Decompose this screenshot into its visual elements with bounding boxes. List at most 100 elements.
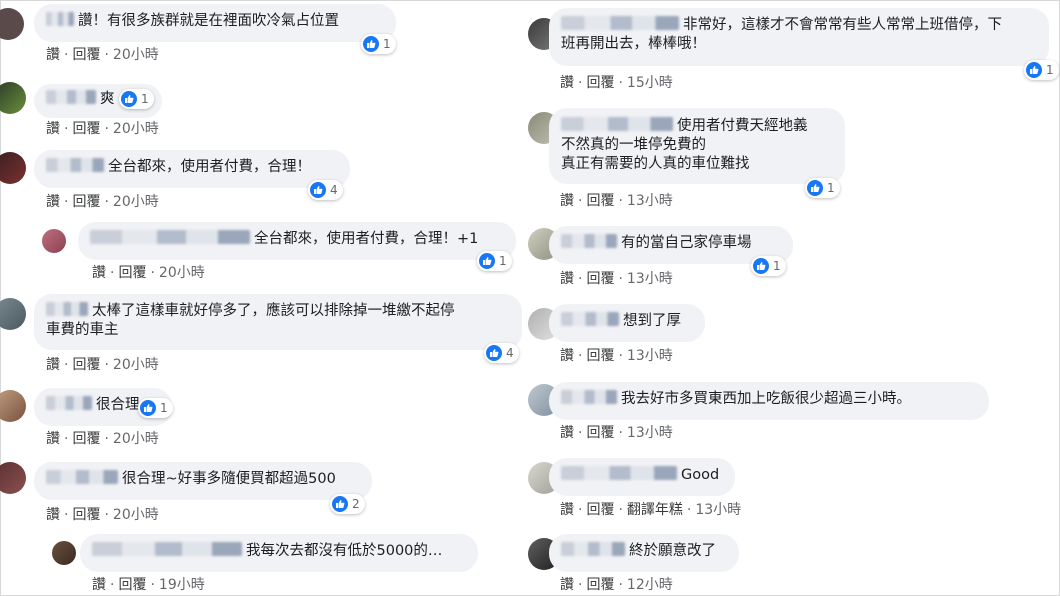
comment-bubble: 讚！有很多族群就是在裡面吹冷氣占位置 xyxy=(34,4,396,42)
comment-text: 全台都來，使用者付費，合理！ xyxy=(108,159,311,175)
like-link[interactable]: 讚 xyxy=(560,72,574,92)
comment-actions: 讚 · 回覆 · 12小時 xyxy=(560,574,673,594)
reaction-count[interactable]: 1 xyxy=(805,178,840,198)
commenter-name[interactable] xyxy=(46,396,92,410)
like-link[interactable]: 讚 xyxy=(46,504,60,524)
comment-bubble: 我去好市多買東西加上吃飯很少超過三小時。 xyxy=(549,382,989,420)
comment-text: 使用者付費天經地義 xyxy=(677,118,808,134)
timestamp[interactable]: 15小時 xyxy=(627,72,673,92)
commenter-name[interactable] xyxy=(561,542,625,556)
commenter-name[interactable] xyxy=(46,12,74,26)
reply-link[interactable]: 回覆 xyxy=(72,118,100,138)
commenter-name[interactable] xyxy=(90,230,250,244)
commenter-name[interactable] xyxy=(46,90,96,104)
reply-link[interactable]: 回覆 xyxy=(72,44,100,64)
reaction-count[interactable]: 1 xyxy=(1024,60,1059,80)
commenter-name[interactable] xyxy=(46,470,118,484)
timestamp[interactable]: 20小時 xyxy=(113,118,159,138)
comment-bubble: 終於願意改了 xyxy=(549,534,739,572)
reply-link[interactable]: 回覆 xyxy=(72,191,100,211)
like-link[interactable]: 讚 xyxy=(560,499,574,519)
comment-actions: 讚 · 回覆 · 20小時 xyxy=(92,262,205,282)
timestamp[interactable]: 13小時 xyxy=(627,190,673,210)
avatar[interactable] xyxy=(52,541,76,565)
like-link[interactable]: 讚 xyxy=(560,345,574,365)
like-icon xyxy=(140,400,156,416)
reaction-count[interactable]: 1 xyxy=(477,251,512,271)
reply-link[interactable]: 回覆 xyxy=(586,268,614,288)
commenter-name[interactable] xyxy=(561,390,617,404)
timestamp[interactable]: 19小時 xyxy=(159,574,205,594)
like-link[interactable]: 讚 xyxy=(560,190,574,210)
reply-link[interactable]: 回覆 xyxy=(118,262,146,282)
timestamp[interactable]: 13小時 xyxy=(627,345,673,365)
reply-link[interactable]: 回覆 xyxy=(72,354,100,374)
comment-text: 班再開出去，棒棒哦！ xyxy=(561,36,706,52)
like-link[interactable]: 讚 xyxy=(46,118,60,138)
reply-link[interactable]: 回覆 xyxy=(586,345,614,365)
reply-link[interactable]: 回覆 xyxy=(72,504,100,524)
commenter-name[interactable] xyxy=(92,542,242,556)
like-link[interactable]: 讚 xyxy=(46,191,60,211)
comment-text: 太棒了這樣車就好停多了，應該可以排除掉一堆繳不起停 xyxy=(92,303,455,319)
comment-bubble: 全台都來，使用者付費，合理！ xyxy=(34,150,350,188)
comment-actions: 讚 · 回覆 · 19小時 xyxy=(92,574,205,594)
commenter-name[interactable] xyxy=(561,117,673,131)
comment-actions: 讚 · 回覆 · 15小時 xyxy=(560,72,673,92)
comment-bubble: 非常好，這樣才不會常常有些人常常上班借停，下 班再開出去，棒棒哦！ xyxy=(549,8,1049,66)
timestamp[interactable]: 20小時 xyxy=(113,504,159,524)
reply-link[interactable]: 回覆 xyxy=(586,499,614,519)
comment-bubble: 我每次去都沒有低於5000的… xyxy=(80,534,478,572)
reaction-count[interactable]: 4 xyxy=(308,180,343,200)
timestamp[interactable]: 20小時 xyxy=(113,44,159,64)
like-link[interactable]: 讚 xyxy=(92,574,106,594)
translate-link[interactable]: 翻譯年糕 xyxy=(627,499,683,519)
comment-actions: 讚 · 回覆 · 20小時 xyxy=(46,191,159,211)
comment-text: 很合理~好事多隨便買都超過500 xyxy=(122,471,336,487)
commenter-name[interactable] xyxy=(46,158,104,172)
timestamp[interactable]: 13小時 xyxy=(627,268,673,288)
reply-link[interactable]: 回覆 xyxy=(118,574,146,594)
reply-link[interactable]: 回覆 xyxy=(586,422,614,442)
commenter-name[interactable] xyxy=(561,16,679,30)
reaction-count[interactable]: 2 xyxy=(330,494,365,514)
timestamp[interactable]: 12小時 xyxy=(627,574,673,594)
reply-link[interactable]: 回覆 xyxy=(72,428,100,448)
comment-actions: 讚 · 回覆 · 13小時 xyxy=(560,422,673,442)
reply-link[interactable]: 回覆 xyxy=(586,190,614,210)
reaction-count[interactable]: 1 xyxy=(751,256,786,276)
reaction-count[interactable]: 1 xyxy=(138,398,173,418)
like-icon xyxy=(486,345,502,361)
reaction-count[interactable]: 4 xyxy=(484,343,519,363)
like-link[interactable]: 讚 xyxy=(560,422,574,442)
comment-actions: 讚 · 回覆 · 20小時 xyxy=(46,428,159,448)
timestamp[interactable]: 13小時 xyxy=(695,499,741,519)
commenter-name[interactable] xyxy=(46,302,88,316)
like-icon xyxy=(121,91,137,107)
like-link[interactable]: 讚 xyxy=(46,354,60,374)
timestamp[interactable]: 20小時 xyxy=(113,428,159,448)
commenter-name[interactable] xyxy=(561,234,617,248)
comment-actions: 讚 · 回覆 · 13小時 xyxy=(560,345,673,365)
reaction-count[interactable]: 1 xyxy=(119,89,154,109)
like-link[interactable]: 讚 xyxy=(560,574,574,594)
comment-actions: 讚 · 回覆 · 20小時 xyxy=(46,118,159,138)
reaction-count[interactable]: 1 xyxy=(361,34,396,54)
comment-text: 非常好，這樣才不會常常有些人常常上班借停，下 xyxy=(683,17,1002,33)
timestamp[interactable]: 13小時 xyxy=(627,422,673,442)
like-link[interactable]: 讚 xyxy=(46,428,60,448)
avatar[interactable] xyxy=(42,229,66,253)
like-link[interactable]: 讚 xyxy=(92,262,106,282)
timestamp[interactable]: 20小時 xyxy=(159,262,205,282)
like-link[interactable]: 讚 xyxy=(46,44,60,64)
comment-actions: 讚 · 回覆 · 13小時 xyxy=(560,268,673,288)
commenter-name[interactable] xyxy=(561,466,677,480)
comment-bubble: Good xyxy=(549,458,735,496)
reply-link[interactable]: 回覆 xyxy=(586,574,614,594)
timestamp[interactable]: 20小時 xyxy=(113,354,159,374)
commenter-name[interactable] xyxy=(561,312,619,326)
like-link[interactable]: 讚 xyxy=(560,268,574,288)
timestamp[interactable]: 20小時 xyxy=(113,191,159,211)
reply-link[interactable]: 回覆 xyxy=(586,72,614,92)
comment-text: 很合理 xyxy=(96,397,140,413)
